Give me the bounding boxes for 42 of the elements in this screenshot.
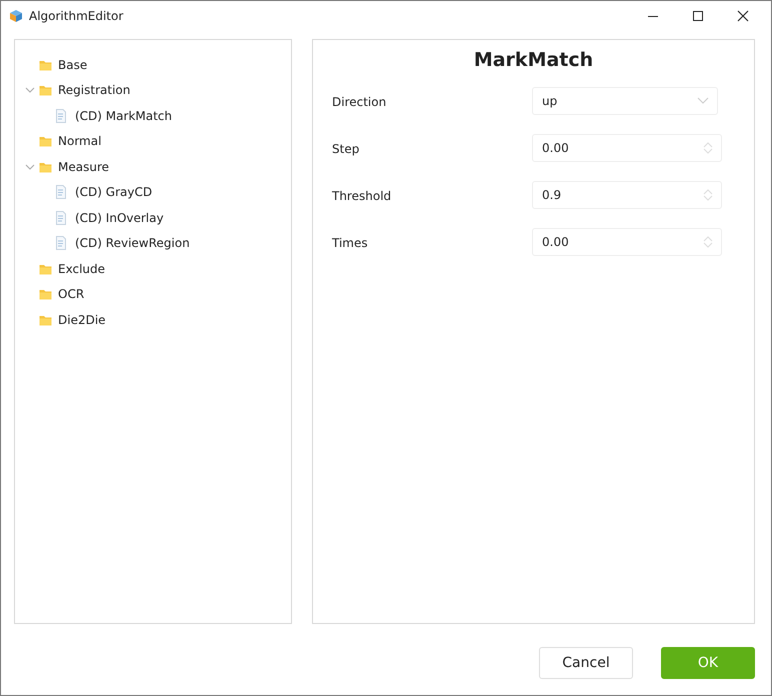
number-field[interactable]: 0.00 — [532, 134, 722, 162]
number-field[interactable]: 0.9 — [532, 181, 722, 209]
tree-item[interactable]: Normal — [58, 134, 102, 148]
cancel-button[interactable]: Cancel — [539, 647, 633, 679]
spinner-icon[interactable] — [703, 188, 713, 202]
folder-icon — [39, 262, 52, 275]
document-icon — [55, 108, 66, 123]
tree-item[interactable]: (CD) MarkMatch — [75, 108, 172, 123]
document-icon — [55, 210, 66, 225]
tree-item[interactable]: (CD) GrayCD — [75, 185, 152, 200]
folder-icon — [39, 135, 52, 148]
folder-icon — [39, 58, 52, 71]
dropdown[interactable]: up — [532, 87, 718, 115]
folder-icon — [39, 84, 52, 96]
number-field[interactable]: 0.00 — [532, 228, 722, 256]
folder-icon — [39, 288, 52, 300]
window-title: AlgorithmEditor — [29, 8, 124, 22]
tree-item[interactable]: OCR — [58, 287, 84, 302]
chevron-down-icon — [697, 97, 709, 105]
folder-icon — [39, 160, 52, 173]
document-icon — [55, 236, 66, 250]
field-label: Step — [332, 141, 360, 156]
form-title: MarkMatch — [472, 48, 594, 73]
maximize-icon[interactable] — [692, 10, 704, 22]
field-label: Direction — [332, 94, 388, 109]
spinner-icon[interactable] — [703, 141, 713, 155]
tree-item[interactable]: Base — [58, 58, 88, 72]
document-icon — [55, 185, 66, 200]
tree-item[interactable]: Exclude — [58, 262, 106, 276]
folder-icon — [39, 314, 52, 326]
chevron-down-icon[interactable] — [25, 85, 35, 96]
close-icon[interactable] — [737, 10, 749, 22]
tree-item[interactable]: (CD) InOverlay — [75, 210, 164, 225]
field-label: Threshold — [332, 188, 392, 203]
tree-item[interactable]: (CD) ReviewRegion — [75, 236, 190, 250]
field-label: Times — [332, 235, 369, 250]
tree-item[interactable]: Registration — [58, 83, 130, 98]
tree-item[interactable]: Measure — [58, 160, 109, 174]
chevron-down-icon[interactable] — [25, 162, 35, 172]
app-cube-icon — [9, 8, 23, 22]
spinner-icon[interactable] — [703, 235, 713, 249]
tree-item[interactable]: Die2Die — [58, 312, 106, 327]
